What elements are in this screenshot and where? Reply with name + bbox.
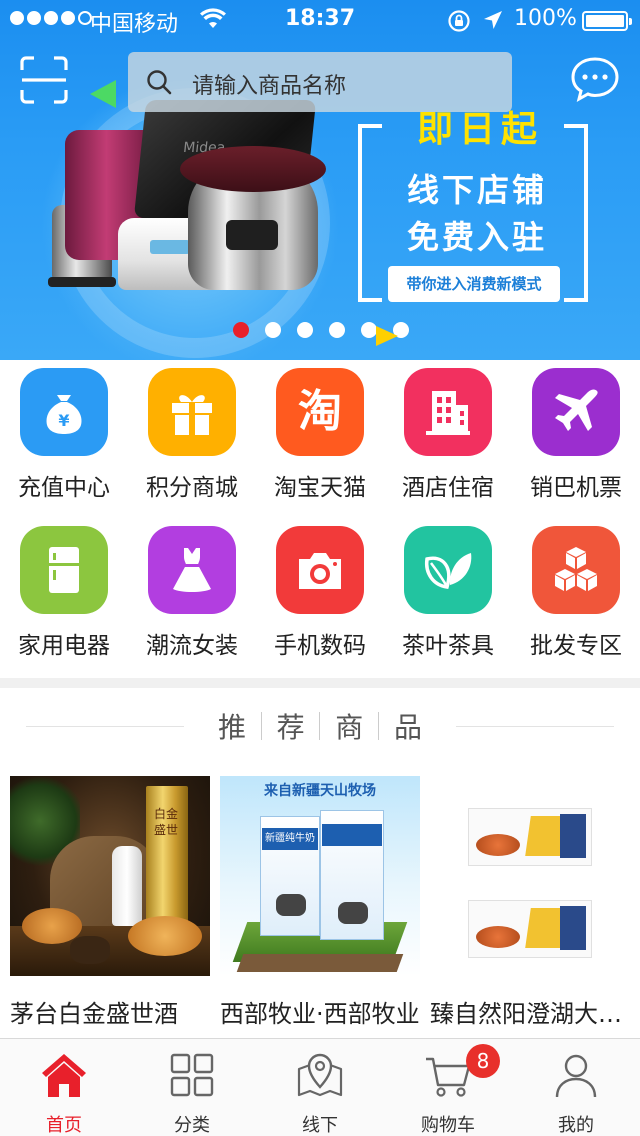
title-rule-right: [456, 726, 614, 727]
category-label: 茶叶茶具: [402, 633, 494, 659]
chat-bubble-icon[interactable]: [570, 56, 620, 102]
category-fashion[interactable]: 潮流女装: [128, 518, 256, 668]
category-label: 家用电器: [18, 633, 110, 659]
banner-triangle-right: [376, 326, 398, 346]
ad-line-2: 免费入驻: [406, 218, 547, 256]
category-label: 积分商城: [146, 475, 238, 501]
pressure-cooker-image: [180, 146, 326, 290]
search-input[interactable]: 请输入商品名称: [128, 52, 512, 112]
search-icon: [147, 70, 172, 95]
tab-offline[interactable]: 线下: [256, 1039, 384, 1136]
taobao-icon: 淘: [276, 368, 364, 456]
user-icon: [555, 1054, 597, 1098]
title-char: 推: [217, 711, 246, 744]
gift-icon: [148, 368, 236, 456]
ad-tag: 带你进入消费新模式: [388, 266, 560, 302]
category-points-mall[interactable]: 积分商城: [128, 360, 256, 510]
product-name: 茅台白金盛世酒: [10, 1000, 178, 1028]
grid-icon: [170, 1053, 214, 1097]
airplane-icon: [532, 368, 620, 456]
search-placeholder: 请输入商品名称: [192, 74, 347, 99]
bottom-tab-bar: 首页 分类 线下 购物车 我的: [0, 1038, 640, 1136]
category-label: 酒店住宿: [402, 475, 494, 501]
carousel-dot[interactable]: [265, 322, 281, 338]
ad-line-1: 线下店铺: [406, 171, 547, 209]
map-pin-icon: [297, 1053, 343, 1097]
building-icon: [404, 368, 492, 456]
tab-home[interactable]: 首页: [0, 1039, 128, 1136]
status-bar: 中国移动 18:37 100%: [0, 0, 640, 40]
product-card[interactable]: 臻自然阳澄湖大闸蟹: [430, 776, 630, 1034]
category-grid: ¥ 充值中心 积分商城 淘 淘宝天猫 酒店住宿 销巴机票 家用电器 潮流女装 手…: [0, 360, 640, 678]
fridge-icon: [20, 526, 108, 614]
svg-text:¥: ¥: [58, 411, 69, 430]
section-title-recommended: 推 荐 商 品: [210, 706, 430, 746]
category-label: 淘宝天猫: [274, 475, 366, 501]
tab-label: 首页: [46, 1115, 82, 1136]
tab-label: 分类: [174, 1115, 210, 1136]
category-label: 充值中心: [18, 475, 110, 501]
product-card[interactable]: 来自新疆天山牧场 新疆纯牛奶 西部牧业·西部牧业: [220, 776, 420, 1034]
tab-label: 我的: [558, 1115, 594, 1136]
category-taobao[interactable]: 淘 淘宝天猫: [256, 360, 384, 510]
dress-icon: [148, 526, 236, 614]
product-image-milk: 来自新疆天山牧场 新疆纯牛奶: [220, 776, 420, 976]
category-tea[interactable]: 茶叶茶具: [384, 518, 512, 668]
boxes-icon: [532, 526, 620, 614]
product-image-liquor: 白金盛世: [10, 776, 210, 976]
tab-label: 购物车: [421, 1115, 475, 1136]
category-wholesale[interactable]: 批发专区: [512, 518, 640, 668]
carousel-dot[interactable]: [361, 322, 377, 338]
category-hotel[interactable]: 酒店住宿: [384, 360, 512, 510]
taobao-glyph: 淘: [298, 386, 342, 437]
carousel-dot[interactable]: [233, 322, 249, 338]
cart-count-badge: 8: [466, 1044, 500, 1078]
product-card[interactable]: 白金盛世 茅台白金盛世酒: [10, 776, 210, 1034]
carousel-dot[interactable]: [297, 322, 313, 338]
product-banner-text: 来自新疆天山牧场: [264, 783, 376, 799]
title-char: 品: [393, 711, 422, 744]
banner-triangle-left: [90, 80, 116, 108]
category-air-tickets[interactable]: 销巴机票: [512, 360, 640, 510]
section-divider: [0, 678, 640, 688]
camera-icon: [276, 526, 364, 614]
category-appliances[interactable]: 家用电器: [0, 518, 128, 668]
title-rule-left: [26, 726, 184, 727]
product-image-crab: [430, 776, 630, 976]
category-recharge[interactable]: ¥ 充值中心: [0, 360, 128, 510]
title-char: 荐: [276, 711, 305, 744]
category-label: 潮流女装: [146, 633, 238, 659]
rotation-lock-icon: [448, 10, 470, 32]
product-name: 西部牧业·西部牧业: [220, 1000, 420, 1028]
battery-percent: 100%: [514, 6, 577, 31]
title-char: 商: [335, 711, 364, 744]
location-arrow-icon: [484, 11, 502, 29]
product-name: 臻自然阳澄湖大闸蟹: [430, 1000, 630, 1028]
scan-icon[interactable]: [20, 56, 68, 104]
battery-icon: [582, 11, 632, 31]
category-label: 销巴机票: [530, 475, 622, 501]
category-label: 批发专区: [530, 633, 622, 659]
tab-mine[interactable]: 我的: [512, 1039, 640, 1136]
category-digital[interactable]: 手机数码: [256, 518, 384, 668]
tea-leaf-icon: [404, 526, 492, 614]
home-icon: [42, 1054, 86, 1097]
carton-label: 新疆纯牛奶: [262, 828, 318, 850]
category-label: 手机数码: [274, 633, 366, 659]
cart-icon: [426, 1057, 471, 1097]
carousel-dot[interactable]: [329, 322, 345, 338]
bottle-label: 白金盛世: [153, 807, 178, 837]
tab-category[interactable]: 分类: [128, 1039, 256, 1136]
tab-label: 线下: [302, 1115, 338, 1136]
money-bag-icon: ¥: [20, 368, 108, 456]
